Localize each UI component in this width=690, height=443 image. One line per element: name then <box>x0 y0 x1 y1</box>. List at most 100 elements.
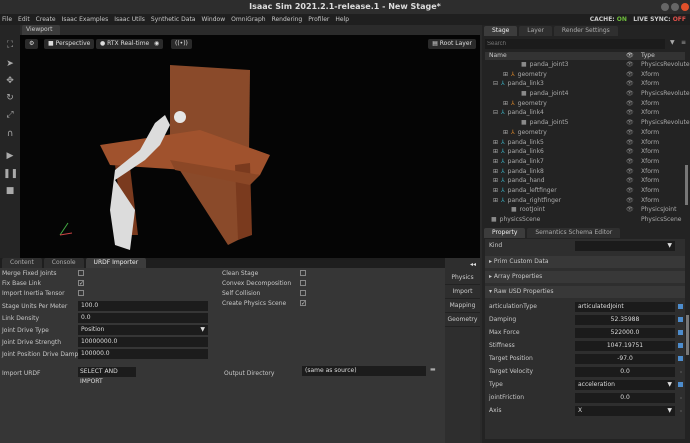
section-array-properties[interactable]: ▸ Array Properties <box>485 271 685 283</box>
override-indicator[interactable] <box>680 371 682 373</box>
tab-render-settings[interactable]: Render Settings <box>554 26 618 36</box>
stage-row[interactable]: ⊞⅄panda_link5👁Xform <box>485 138 685 148</box>
expand-toggle[interactable] <box>485 60 518 70</box>
menu-isaac-examples[interactable]: Isaac Examples <box>62 14 109 25</box>
collapse-icon[interactable]: ◂◂ <box>445 258 480 271</box>
menu-edit[interactable]: Edit <box>18 14 30 25</box>
close-button[interactable] <box>681 3 689 11</box>
section-prim-custom-data[interactable]: ▸ Prim Custom Data <box>485 256 685 268</box>
menu-help[interactable]: Help <box>335 14 349 25</box>
expand-toggle[interactable]: ⊞ <box>485 186 498 196</box>
stage-row[interactable]: ⊞⅄geometry👁Xform <box>485 70 685 80</box>
override-indicator[interactable] <box>678 304 683 309</box>
play-icon[interactable]: ▶ <box>3 150 17 162</box>
eye-icon[interactable]: 👁 <box>626 176 634 186</box>
menu-profiler[interactable]: Profiler <box>308 14 329 25</box>
side-tab-physics[interactable]: Physics <box>445 271 480 285</box>
live-sync-value[interactable]: OFF <box>673 16 686 23</box>
stage-row[interactable]: ⊟⅄panda_link3👁Xform <box>485 79 685 89</box>
menu-file[interactable]: File <box>2 14 12 25</box>
tab-layer[interactable]: Layer <box>519 26 552 36</box>
tab-urdf-importer[interactable]: URDF Importer <box>86 258 147 268</box>
eye-icon[interactable]: 👁 <box>626 118 634 128</box>
expand-toggle[interactable]: ⊞ <box>485 176 498 186</box>
stage-row[interactable]: ⊞⅄panda_link7👁Xform <box>485 157 685 167</box>
stage-row[interactable]: ■panda_joint4👁PhysicsRevolute. <box>485 89 685 99</box>
stage-row[interactable]: ⊞⅄geometry👁Xform <box>485 128 685 138</box>
eye-icon[interactable]: 👁 <box>626 99 634 109</box>
stage-row[interactable]: ■physicsScenePhysicsScene <box>485 215 685 225</box>
expand-toggle[interactable]: ⊞ <box>485 128 508 138</box>
property-value-field[interactable]: 0.0 <box>575 367 675 377</box>
expand-toggle[interactable]: ⊞ <box>485 147 498 157</box>
option-field[interactable]: 10000000.0 <box>78 337 208 347</box>
option-field[interactable]: 100.0 <box>78 301 208 311</box>
expand-toggle[interactable] <box>485 118 518 128</box>
tab-property[interactable]: Property <box>484 228 525 238</box>
menu-omnigraph[interactable]: OmniGraph <box>231 14 265 25</box>
eye-icon[interactable]: 👁 <box>626 79 634 89</box>
viewport[interactable]: ⚙ ■ Perspective ● RTX Real-time ◉ ((•)) … <box>20 35 480 258</box>
side-tab-geometry[interactable]: Geometry <box>445 313 480 327</box>
stage-row[interactable]: ⊞⅄panda_link6👁Xform <box>485 147 685 157</box>
output-directory-field[interactable]: (same as source) <box>302 366 426 376</box>
maximize-button[interactable] <box>671 3 679 11</box>
stage-row[interactable]: ⊟⅄panda_link4👁Xform <box>485 108 685 118</box>
select-and-import-button[interactable]: SELECT AND IMPORT <box>78 367 136 377</box>
override-indicator[interactable] <box>678 382 683 387</box>
option-checkbox[interactable] <box>78 290 84 296</box>
override-indicator[interactable] <box>680 397 682 399</box>
stage-scrollbar[interactable] <box>685 165 688 205</box>
stop-icon[interactable]: ■ <box>3 185 17 197</box>
scale-icon[interactable]: ⤢ <box>3 109 17 121</box>
property-scrollbar[interactable] <box>686 315 689 355</box>
pointer-icon[interactable]: ➤ <box>3 58 17 70</box>
override-indicator[interactable] <box>680 410 682 412</box>
eye-icon[interactable]: 👁 <box>626 128 634 138</box>
expand-toggle[interactable]: ⊞ <box>485 196 498 206</box>
tab-content[interactable]: Content <box>2 258 42 268</box>
expand-toggle[interactable] <box>485 89 518 99</box>
property-value-field[interactable]: -97.0 <box>575 354 675 364</box>
override-indicator[interactable] <box>678 356 683 361</box>
property-value-field[interactable]: 1047.19751 <box>575 341 675 351</box>
section-raw-usd-properties[interactable]: ▾ Raw USD Properties <box>485 286 685 298</box>
kind-dropdown[interactable]: ▼ <box>575 241 675 251</box>
stage-row[interactable]: ■rootJoint👁PhysicsJoint <box>485 205 685 215</box>
option-checkbox[interactable] <box>300 290 306 296</box>
menu-rendering[interactable]: Rendering <box>272 14 303 25</box>
eye-icon[interactable]: 👁 <box>626 205 634 215</box>
option-checkbox[interactable]: ✓ <box>78 280 84 286</box>
eye-icon[interactable]: 👁 <box>626 186 634 196</box>
eye-icon[interactable]: 👁 <box>626 60 634 70</box>
expand-toggle[interactable]: ⊞ <box>485 99 508 109</box>
side-tab-mapping[interactable]: Mapping <box>445 299 480 313</box>
stage-row[interactable]: ⊞⅄panda_hand👁Xform <box>485 176 685 186</box>
expand-toggle[interactable]: ⊞ <box>485 157 498 167</box>
stage-row[interactable]: ⊞⅄panda_leftfinger👁Xform <box>485 186 685 196</box>
expand-toggle[interactable]: ⊞ <box>485 70 508 80</box>
override-indicator[interactable] <box>678 317 683 322</box>
property-value-field[interactable]: acceleration▼ <box>575 380 675 390</box>
option-checkbox[interactable] <box>78 270 84 276</box>
option-checkbox[interactable] <box>300 280 306 286</box>
option-field[interactable]: 0.0 <box>78 313 208 323</box>
stage-row[interactable]: ■panda_joint3👁PhysicsRevolute. <box>485 60 685 70</box>
tab-viewport[interactable]: Viewport <box>22 25 60 35</box>
filter-icon[interactable]: ▼ <box>670 39 675 46</box>
select-icon[interactable]: ⛶ <box>3 39 17 51</box>
joint-drive-type-dropdown[interactable]: Position▼ <box>78 325 208 335</box>
snap-icon[interactable]: ∩ <box>3 128 17 140</box>
menu-icon[interactable]: ≡ <box>681 39 686 46</box>
move-icon[interactable]: ✥ <box>3 75 17 87</box>
option-field[interactable]: 100000.0 <box>78 349 208 359</box>
expand-toggle[interactable] <box>485 205 508 215</box>
folder-icon[interactable]: ▬ <box>430 366 436 373</box>
stage-row[interactable]: ⊞⅄panda_rightfinger👁Xform <box>485 196 685 206</box>
pause-icon[interactable]: ❚❚ <box>3 168 17 180</box>
eye-icon[interactable]: 👁 <box>626 89 634 99</box>
expand-toggle[interactable] <box>485 215 488 225</box>
eye-icon[interactable]: 👁 <box>626 70 634 80</box>
menu-synthetic-data[interactable]: Synthetic Data <box>151 14 196 25</box>
eye-icon[interactable]: 👁 <box>626 138 634 148</box>
